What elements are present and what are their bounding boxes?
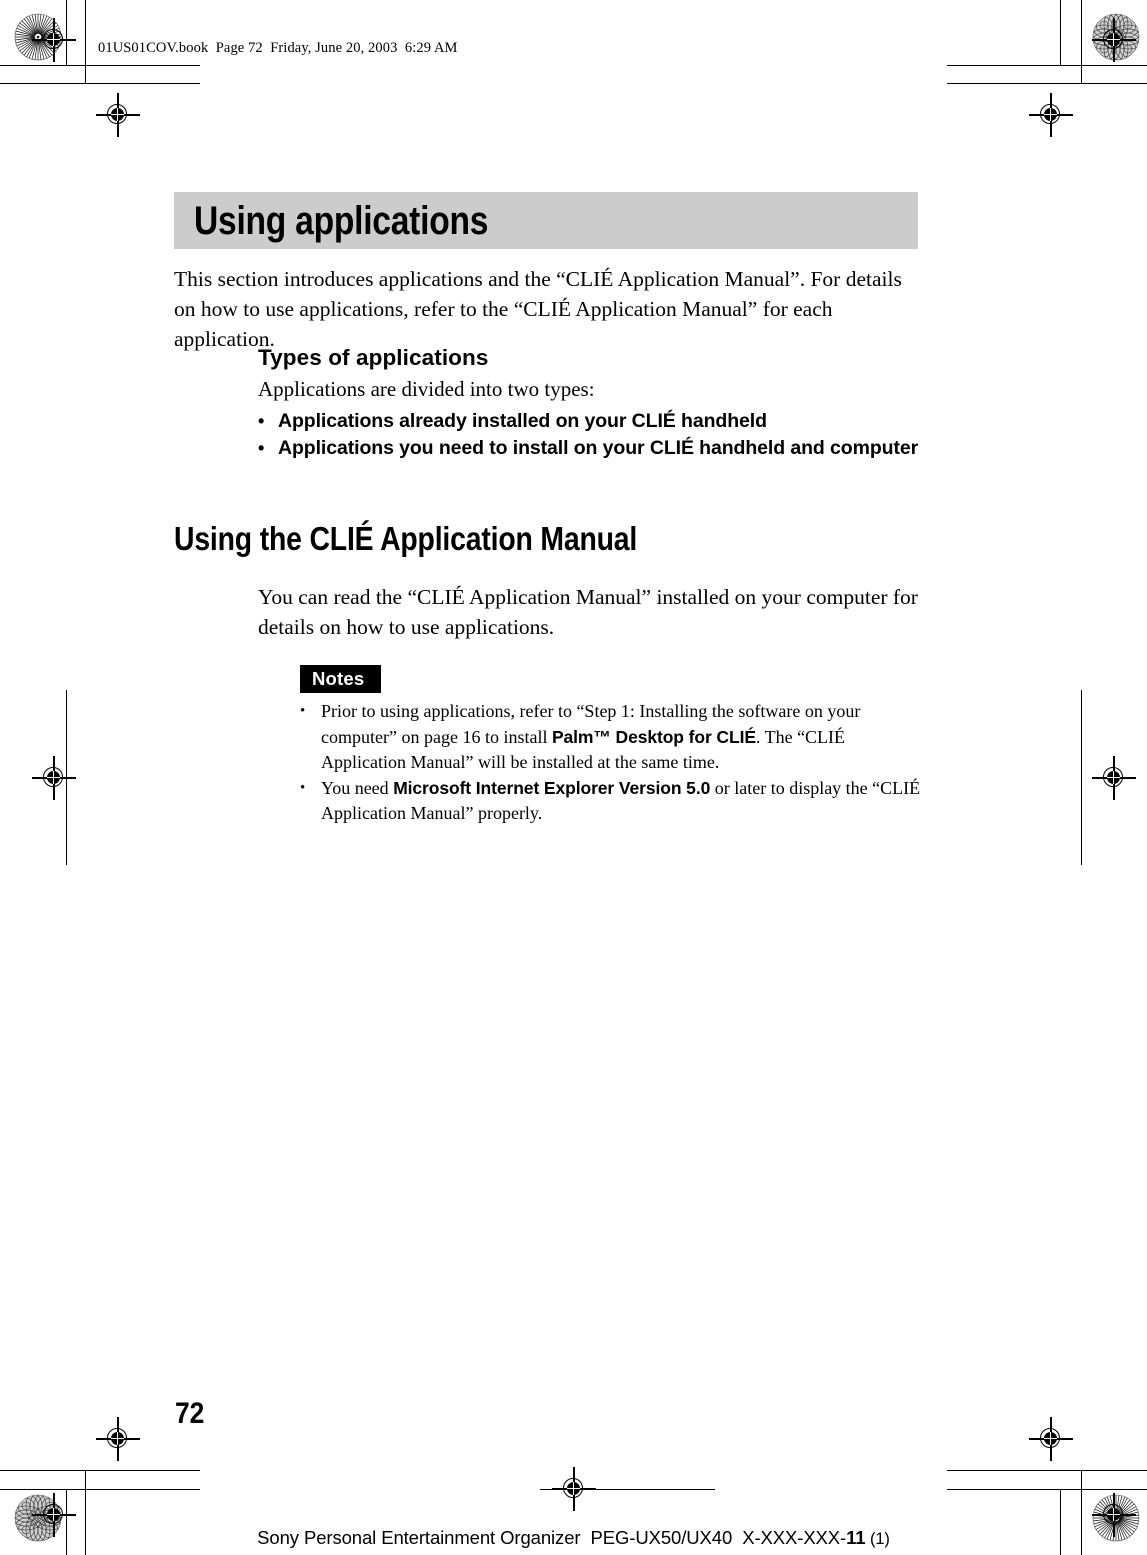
application-types-list: • Applications already installed on your… <box>258 408 926 462</box>
page-footer: Sony Personal Entertainment Organizer PE… <box>0 1525 1147 1552</box>
registration-mark-bottom-left <box>96 1417 140 1461</box>
page-number: 72 <box>175 1397 205 1430</box>
types-of-applications-lead: Applications are divided into two types: <box>258 377 595 401</box>
bullet-icon: • <box>258 411 265 431</box>
crop-rule <box>85 0 87 84</box>
rosette-target-top-right <box>1092 13 1140 61</box>
list-item: • Prior to using applications, refer to … <box>300 699 930 776</box>
crop-rule <box>0 65 200 67</box>
page-title: Using applications <box>194 199 489 243</box>
rosette-target-top-left <box>14 13 62 61</box>
crop-rule <box>947 65 1147 67</box>
using-manual-heading: Using the CLIÉ Application Manual <box>174 520 638 557</box>
bullet-icon: • <box>258 438 265 458</box>
types-of-applications-heading: Types of applications <box>258 345 489 370</box>
registration-mark-top-left <box>96 93 140 137</box>
footer-product-line: Sony Personal Entertainment Organizer PE… <box>257 1527 847 1548</box>
note-text-lead: You need <box>321 777 394 798</box>
crop-rule <box>1081 0 1083 84</box>
registration-mark-corner-top-left <box>32 18 76 62</box>
crop-rule <box>1060 0 1062 65</box>
bullet-icon: • <box>300 779 306 796</box>
crop-rule <box>540 1489 715 1491</box>
note-emphasis: Palm™ Desktop for CLIÉ <box>551 726 756 747</box>
bullet-icon: • <box>300 703 306 719</box>
list-item: • Applications already installed on your… <box>258 408 926 435</box>
crop-rule <box>0 1470 200 1472</box>
note-text: You need Microsoft Internet Explorer Ver… <box>321 776 930 827</box>
crop-rule <box>66 690 68 865</box>
list-item: • Applications you need to install on yo… <box>258 435 926 462</box>
note-emphasis: Microsoft Internet Explorer Version 5.0 <box>393 777 711 798</box>
crop-rule <box>947 1470 1147 1472</box>
registration-mark-corner-top-right <box>1092 18 1136 62</box>
note-text: Prior to using applications, refer to “S… <box>321 699 930 776</box>
registration-mark-bottom-right <box>1029 1417 1073 1461</box>
intro-paragraph: This section introduces applications and… <box>174 267 902 351</box>
notes-badge: Notes <box>300 665 382 693</box>
using-manual-paragraph: You can read the “CLIÉ Application Manua… <box>258 585 918 639</box>
list-item-label: Applications already installed on your C… <box>278 410 767 432</box>
crop-rule <box>66 0 68 65</box>
footer-doc-code: 11 <box>846 1527 866 1548</box>
crop-rule <box>947 83 1147 85</box>
running-head: 01US01COV.book Page 72 Friday, June 20, … <box>98 40 458 56</box>
registration-mark-bottom-center <box>552 1467 596 1511</box>
section-banner: Using applications <box>174 192 918 249</box>
notes-list: • Prior to using applications, refer to … <box>300 699 930 827</box>
registration-mark-mid-left <box>32 756 76 800</box>
crop-rule <box>0 83 200 85</box>
registration-mark-top-right <box>1029 93 1073 137</box>
footer-revision: (1) <box>865 1530 890 1548</box>
crop-rule <box>947 1489 1147 1491</box>
list-item-label: Applications you need to install on your… <box>278 437 919 459</box>
registration-mark-mid-right <box>1092 756 1136 800</box>
list-item: • You need Microsoft Internet Explorer V… <box>300 776 930 827</box>
crop-rule <box>0 1489 200 1491</box>
crop-rule <box>1081 690 1083 865</box>
